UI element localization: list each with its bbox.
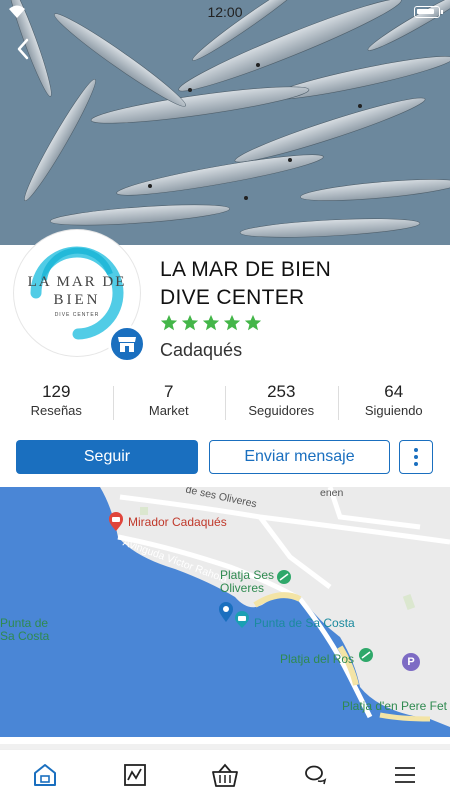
chat-icon [305,765,327,785]
camera-pin-icon[interactable] [108,512,124,537]
activity-icon [124,764,146,786]
nav-chat[interactable] [270,750,360,800]
nav-activity[interactable] [90,750,180,800]
stat-value: 129 [42,382,71,401]
stat-label: Reseñas [30,403,82,418]
more-options-button[interactable] [399,440,433,474]
stat-market[interactable]: 7 Market [112,382,226,422]
logo-text: DIVE CENTER [54,312,100,318]
follow-button[interactable]: Seguir [16,440,198,474]
storefront-icon [118,337,136,352]
profile-name: LA MAR DE BIEN DIVE CENTER [160,258,332,309]
back-button[interactable] [10,35,38,63]
more-vertical-icon-dot [414,462,418,466]
nav-menu[interactable] [360,750,450,800]
camera-pin-icon[interactable] [234,611,250,634]
send-message-button[interactable]: Enviar mensaje [209,440,390,474]
status-time: 12:00 [207,4,243,20]
star-icon [202,314,220,331]
map-place-label: Punta de Sa Costa [254,616,355,630]
logo-text: LA MAR DE [27,274,127,290]
stat-value: 7 [164,382,174,401]
map-place-label: Platja Ses Oliveres [220,568,275,595]
star-icon [181,314,199,331]
profile-stats: 129 Reseñas 7 Market 253 Seguidores 64 S… [0,382,450,422]
map-place-label: Mirador Cadaqués [128,515,227,529]
rating-stars [160,314,262,332]
parking-icon[interactable]: P [402,653,420,671]
map-place-label: Platja d'en Pere Fet [342,699,448,713]
map-place-label: Platja del Ros [280,652,355,666]
menu-icon [395,767,415,783]
stat-reviews[interactable]: 129 Reseñas [0,382,113,422]
nav-market[interactable] [180,750,270,800]
map-place-label: Punta de Sa Costa [0,616,50,643]
stat-value: 64 [384,382,404,401]
market-basket-icon [212,763,238,787]
star-icon [244,314,262,331]
more-vertical-icon [414,448,418,452]
map-street-label: enen [320,487,344,499]
stat-following[interactable]: 64 Siguiendo [337,382,450,422]
profile-city: Cadaqués [160,340,243,360]
star-icon [223,314,241,331]
stat-value: 253 [267,382,296,401]
fish-school-image [0,0,450,245]
more-vertical-icon-dot [414,455,418,459]
bottom-navigation [0,749,450,800]
home-icon [34,764,56,786]
stat-label: Market [148,403,189,418]
beach-pin-icon[interactable] [358,647,374,668]
stat-label: Seguidores [248,403,315,418]
location-pin-icon [218,601,234,628]
nav-home[interactable] [0,750,90,800]
shop-badge [108,325,146,363]
stat-followers[interactable]: 253 Seguidores [225,382,338,422]
chevron-left-icon [17,38,29,60]
battery-icon [414,6,443,18]
cover-photo: 12:00 [0,0,450,245]
logo-text: BIEN [53,292,101,308]
star-icon [160,314,178,331]
location-map[interactable]: de ses Oliveres Avinguda Víctor Rahola e… [0,487,450,737]
stat-label: Siguiendo [364,403,423,418]
